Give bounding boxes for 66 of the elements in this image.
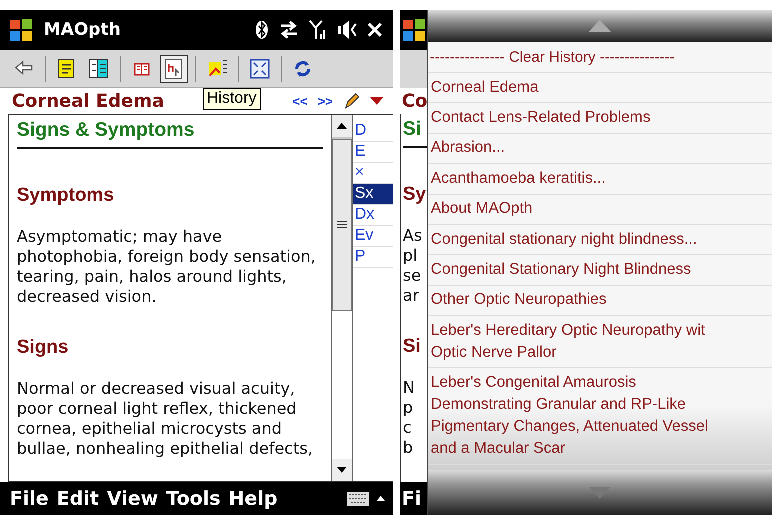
history-item[interactable]: Other Optic Neuropathies bbox=[428, 286, 772, 316]
text-fragment: ar bbox=[403, 286, 420, 306]
history-icon bbox=[163, 58, 185, 80]
caret-up-icon[interactable] bbox=[377, 496, 385, 501]
history-item[interactable]: Leber's Hereditary Optic Neuropathy wit Optic Nerve Pallor bbox=[428, 316, 772, 368]
section-heading: Symptoms bbox=[17, 185, 116, 207]
index-item[interactable]: P bbox=[353, 247, 393, 268]
menu-item[interactable]: Edit bbox=[56, 488, 100, 510]
close-icon[interactable] bbox=[367, 22, 383, 38]
section-heading: Signs bbox=[17, 337, 70, 359]
history-item[interactable]: About MAOpth bbox=[428, 194, 772, 225]
scroll-down-icon[interactable] bbox=[337, 467, 347, 473]
text-fragment: b bbox=[403, 438, 414, 458]
text-fragment: Co bbox=[402, 90, 427, 112]
columns-icon bbox=[88, 58, 110, 80]
clear-history-item[interactable]: --------------- Clear History --------------- bbox=[428, 44, 772, 73]
history-item[interactable]: Leber's Congenital Amaurosis Demonstrating Granular and RP-Like Pigmentary Changes, Attenuated Vessel and a Macular Scar bbox=[428, 368, 772, 465]
menu-item[interactable]: File bbox=[10, 488, 49, 510]
toolbar bbox=[400, 50, 427, 88]
text-fragment: As bbox=[403, 226, 424, 246]
history-item[interactable]: Acanthamoeba keratitis... bbox=[428, 164, 772, 194]
index-item[interactable]: Sx bbox=[353, 184, 393, 205]
text-fragment: N bbox=[403, 378, 416, 398]
menu-item[interactable]: Tools bbox=[166, 488, 221, 510]
history-item[interactable]: Abrasion... bbox=[428, 134, 772, 164]
index-item[interactable]: Ev bbox=[353, 226, 393, 247]
previous-link[interactable]: << bbox=[292, 94, 308, 108]
text-fragment: Fi bbox=[402, 488, 422, 510]
menu-item[interactable]: View bbox=[107, 488, 158, 510]
scrollbar[interactable] bbox=[331, 115, 353, 481]
scroll-up-icon[interactable] bbox=[337, 123, 347, 129]
index-item[interactable]: Dx bbox=[353, 205, 393, 226]
history-item[interactable]: Congenital Stationary Night Blindness bbox=[428, 255, 772, 286]
signal-icon bbox=[309, 20, 327, 40]
windows-logo-icon[interactable] bbox=[8, 16, 34, 44]
text-fragment: Si bbox=[403, 117, 422, 142]
text-fragment: Si bbox=[403, 336, 422, 358]
bluetooth-icon bbox=[255, 20, 269, 40]
text-fragment: Sy bbox=[403, 184, 427, 206]
document-title: Corneal Edema bbox=[12, 90, 164, 112]
paragraph: Asymptomatic; may have photophobia, foreign body sensation, tearing, pain, halos around lights, decreased vision. bbox=[17, 227, 317, 307]
history-item[interactable]: Contact Lens-Related Problems bbox=[428, 103, 772, 134]
fullscreen-icon bbox=[249, 58, 271, 80]
data-arrows-icon bbox=[279, 21, 299, 39]
toolbar-button[interactable] bbox=[160, 54, 188, 82]
index-item[interactable]: D bbox=[353, 121, 393, 142]
keyboard-icon[interactable] bbox=[347, 492, 369, 506]
windows-logo-icon[interactable] bbox=[401, 16, 427, 44]
menu-item[interactable]: Help bbox=[228, 488, 278, 510]
index-item[interactable]: E bbox=[353, 142, 393, 163]
tooltip: History bbox=[203, 88, 261, 110]
text-fragment: se bbox=[403, 266, 422, 286]
history-item[interactable]: Congenital stationary night blindness... bbox=[428, 224, 772, 256]
text-fragment: c bbox=[403, 418, 413, 438]
next-link[interactable]: >> bbox=[318, 94, 333, 108]
paragraph: Normal or decreased visual acuity, poor corneal light reflex, thickened cornea, epithelial microcysts and bullae, nonhealing epithelial defects, bbox=[17, 379, 314, 459]
text-fragment: pl bbox=[403, 246, 419, 266]
speaker-icon bbox=[337, 20, 357, 40]
grip-icon[interactable] bbox=[337, 221, 347, 229]
section-title: Signs & Symptoms bbox=[17, 118, 196, 143]
text-fragment: p bbox=[403, 398, 414, 418]
pencil-icon[interactable] bbox=[343, 92, 359, 110]
app-title: MAOpth bbox=[44, 20, 122, 40]
highlighter-icon bbox=[206, 58, 228, 80]
dropdown-triangle-icon[interactable] bbox=[369, 96, 385, 106]
history-item[interactable]: Corneal Edema bbox=[428, 73, 772, 104]
